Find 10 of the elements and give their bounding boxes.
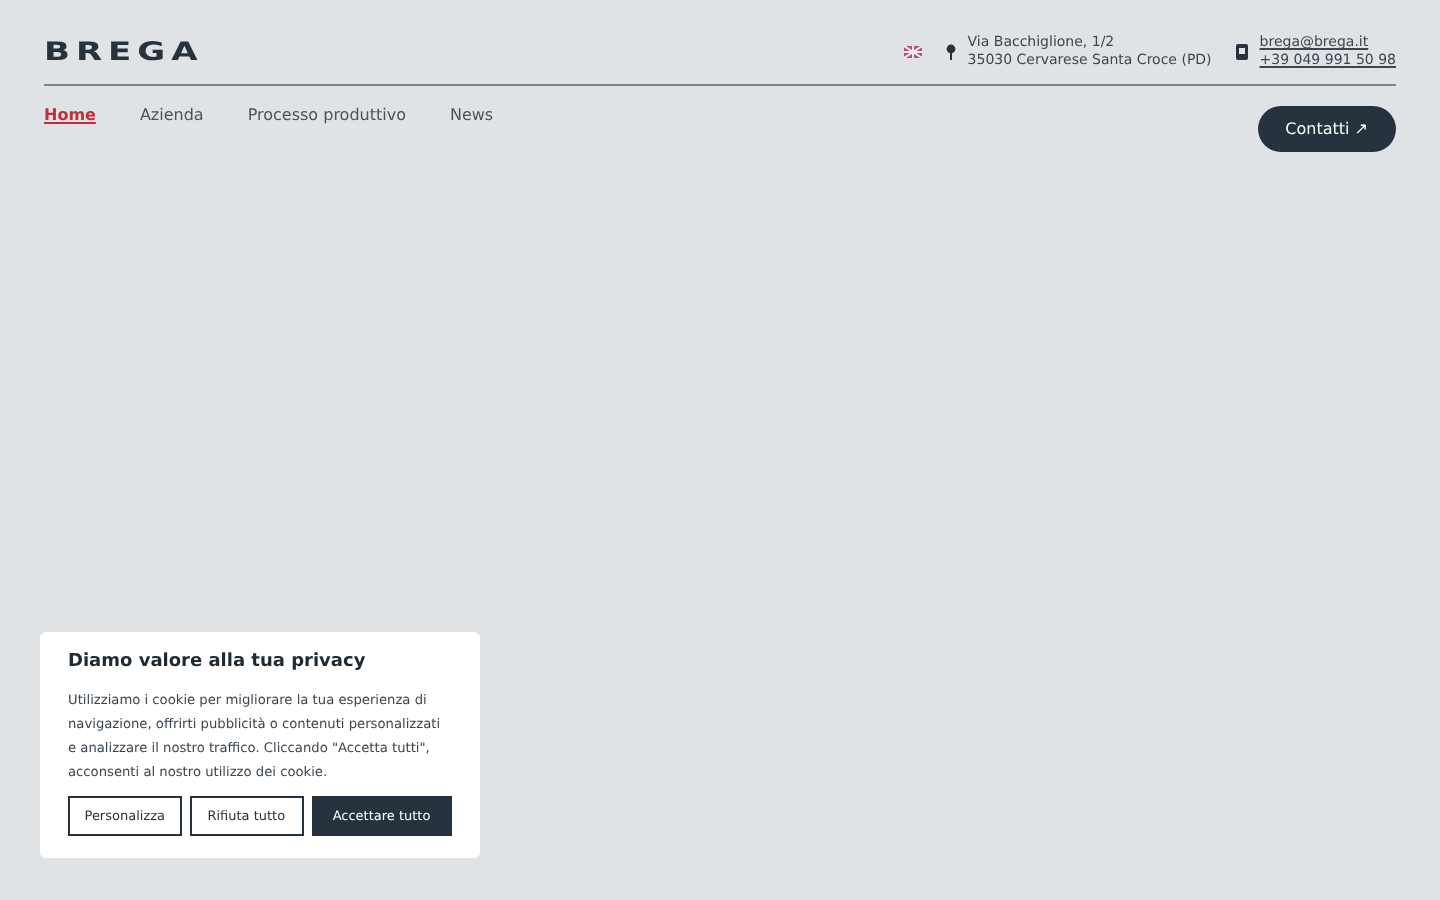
nav-link[interactable]: Azienda	[139, 106, 204, 124]
location-pin-icon	[945, 44, 956, 60]
contact-button[interactable]: Contatti ↗	[1257, 106, 1396, 152]
nav-link[interactable]: Home	[44, 106, 96, 124]
phone-icon	[1235, 44, 1248, 60]
nav-link[interactable]: News	[449, 106, 494, 124]
flag-icon[interactable]	[903, 46, 922, 58]
brega-logo[interactable]: BREGA	[44, 37, 204, 67]
nav-link[interactable]: Processo produttivo	[247, 106, 406, 124]
banner-title: Diamo valore alla tua privacy	[68, 652, 368, 672]
